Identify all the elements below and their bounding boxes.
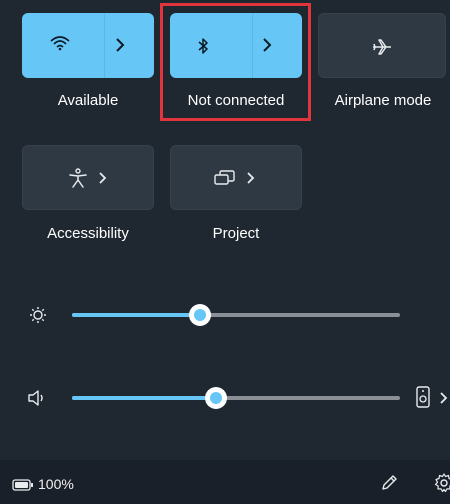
project-icon	[214, 170, 236, 186]
project-chevron-icon[interactable]	[246, 171, 255, 185]
battery-icon	[12, 479, 34, 491]
wifi-tile-label: Available	[57, 92, 119, 109]
wifi-chevron-icon[interactable]	[115, 37, 125, 53]
wifi-tile[interactable]	[22, 13, 154, 78]
highlight-box	[160, 3, 311, 121]
volume-fill	[72, 396, 216, 400]
airplane-tile-label: Airplane mode	[334, 92, 432, 109]
brightness-fill	[72, 313, 200, 317]
speaker-icon[interactable]	[27, 389, 47, 407]
airplane-icon	[372, 38, 392, 56]
brightness-slider-thumb[interactable]	[189, 304, 211, 326]
project-tile-label: Project	[212, 225, 260, 242]
volume-row	[0, 383, 450, 413]
wifi-icon	[50, 35, 70, 51]
gear-icon[interactable]	[434, 473, 450, 493]
project-tile[interactable]	[170, 145, 302, 210]
pencil-icon[interactable]	[380, 474, 398, 492]
output-chevron-icon[interactable]	[439, 391, 448, 405]
airplane-tile[interactable]	[318, 13, 446, 78]
accessibility-tile[interactable]	[22, 145, 154, 210]
accessibility-icon	[68, 168, 88, 188]
speaker-device-icon[interactable]	[416, 386, 430, 408]
battery-percentage[interactable]: 100%	[38, 476, 74, 492]
volume-slider-thumb[interactable]	[205, 387, 227, 409]
accessibility-chevron-icon[interactable]	[98, 171, 107, 185]
accessibility-tile-label: Accessibility	[47, 225, 129, 242]
brightness-row	[0, 300, 450, 330]
brightness-icon	[29, 306, 47, 324]
quick-settings-footer: 100%	[0, 460, 450, 504]
